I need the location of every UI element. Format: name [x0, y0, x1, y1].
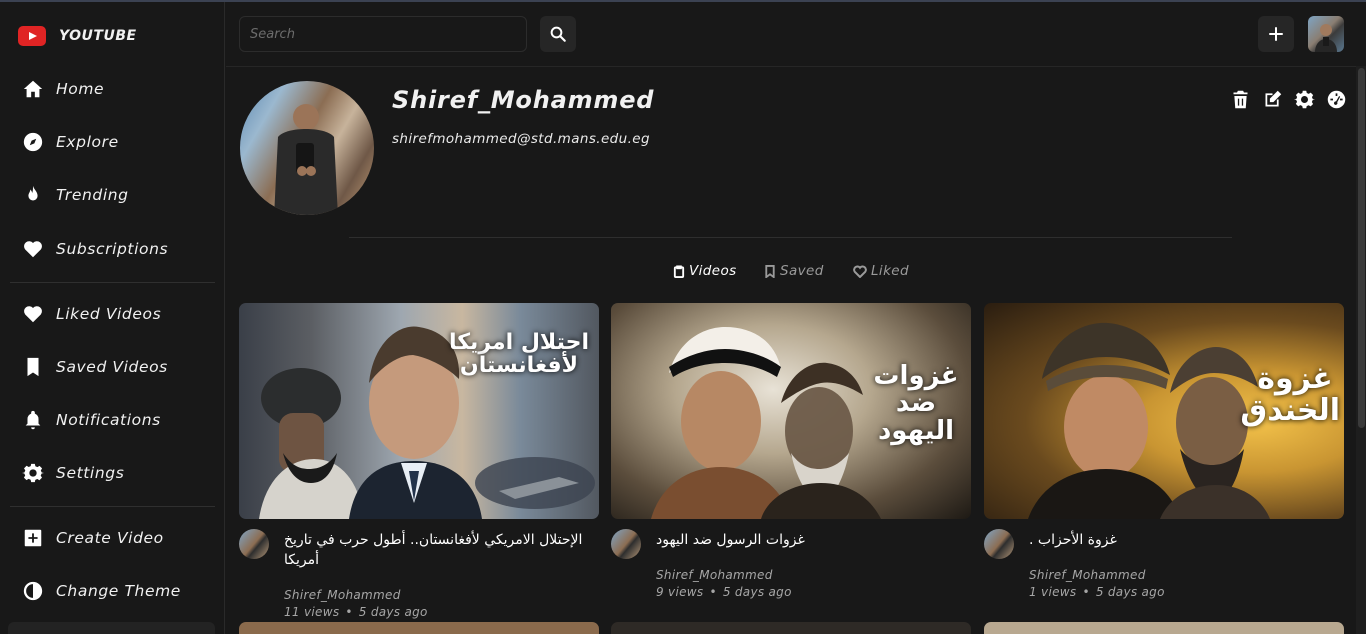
thumbnail-title: احتلال امريكا لأفغانستان	[449, 330, 589, 379]
heart-icon	[24, 241, 42, 258]
video-thumbnail-partial[interactable]	[611, 622, 971, 634]
heart-outline-icon	[853, 265, 867, 278]
sidebar: YOUTUBE Home Explore Trending Subscripti…	[0, 2, 225, 634]
gear-icon[interactable]	[1294, 89, 1315, 110]
thumbnail-title: غزوات ضد اليهود	[873, 361, 959, 446]
sidebar-item-label: Home	[56, 80, 105, 98]
sidebar-item-settings[interactable]: Settings	[22, 460, 124, 486]
channel-avatar[interactable]	[984, 529, 1014, 559]
edit-icon[interactable]	[1262, 89, 1283, 110]
sidebar-item-label: Notifications	[56, 411, 161, 429]
channel-avatar[interactable]	[239, 529, 269, 559]
sidebar-item-label: Explore	[56, 133, 119, 151]
sidebar-item-change-theme[interactable]: Change Theme	[22, 578, 181, 604]
profile-avatar	[240, 81, 374, 215]
create-button[interactable]	[1258, 16, 1294, 52]
channel-name[interactable]: Shiref_Mohammed	[656, 568, 773, 582]
home-icon	[23, 80, 43, 98]
view-count: 9 views	[656, 585, 704, 599]
video-card[interactable]: احتلال امريكا لأفغانستان الإحتلال الامري…	[239, 303, 599, 619]
sidebar-item-subscriptions[interactable]: Subscriptions	[22, 236, 168, 262]
channel-name[interactable]: Shiref_Mohammed	[284, 588, 401, 602]
sidebar-item-label: Settings	[56, 464, 125, 482]
video-thumbnail[interactable]: احتلال امريكا لأفغانستان	[239, 303, 599, 519]
profile-photo	[274, 104, 338, 215]
tab-label: Liked	[871, 263, 909, 279]
video-thumbnail-partial[interactable]	[239, 622, 599, 634]
sidebar-item-home[interactable]: Home	[22, 76, 104, 102]
profile-email: shirefmohammed@std.mans.edu.eg	[392, 131, 650, 147]
search-icon	[550, 26, 566, 42]
dashboard-icon[interactable]	[1326, 89, 1347, 110]
sidebar-item-notifications[interactable]: Notifications	[22, 407, 161, 433]
video-stats: 11 views • 5 days ago	[284, 605, 428, 619]
upload-age: 5 days ago	[722, 585, 792, 599]
half-circle-icon	[23, 581, 43, 601]
compass-icon	[23, 132, 43, 152]
user-avatar[interactable]	[1308, 16, 1344, 52]
fire-icon	[28, 185, 38, 201]
clipboard-icon	[673, 264, 685, 278]
sidebar-divider	[10, 282, 215, 283]
plus-square-icon	[24, 529, 42, 547]
view-count: 11 views	[284, 605, 340, 619]
sidebar-item-label: Trending	[56, 186, 129, 204]
app-name: YOUTUBE	[59, 28, 137, 44]
header-divider	[226, 66, 1356, 67]
view-count: 1 views	[1029, 585, 1077, 599]
profile-name: Shiref_Mohammed	[392, 86, 655, 114]
sidebar-item-liked-videos[interactable]: Liked Videos	[22, 301, 161, 327]
tab-saved[interactable]: Saved	[764, 263, 824, 279]
gear-icon	[22, 463, 44, 483]
search-button[interactable]	[540, 16, 576, 52]
sidebar-divider	[10, 506, 215, 507]
bookmark-icon	[765, 264, 775, 278]
video-thumbnail[interactable]: غزوات ضد اليهود	[611, 303, 971, 519]
video-thumbnail[interactable]: غزوة الخندق	[984, 303, 1344, 519]
tab-label: Saved	[780, 263, 824, 279]
user-avatar-photo	[1315, 24, 1337, 52]
video-stats: 1 views • 5 days ago	[1029, 585, 1165, 599]
video-meta: الإحتلال الامريكي لأفغانستان.. أطول حرب …	[239, 519, 599, 619]
upload-age: 5 days ago	[1095, 585, 1165, 599]
trash-icon[interactable]	[1230, 89, 1251, 110]
video-meta: غزوات الرسول ضد اليهود Shiref_Mohammed 9…	[611, 519, 971, 609]
video-title[interactable]: الإحتلال الامريكي لأفغانستان.. أطول حرب …	[284, 530, 594, 570]
upload-age: 5 days ago	[358, 605, 428, 619]
sidebar-item-label: Change Theme	[56, 582, 181, 600]
sidebar-item-create-video[interactable]: Create Video	[22, 525, 164, 551]
scrollbar-thumb[interactable]	[1358, 68, 1365, 428]
sidebar-item-trending[interactable]: Trending	[22, 182, 129, 208]
youtube-logo-icon	[18, 26, 46, 46]
heart-icon	[24, 306, 42, 323]
sidebar-item-label: Create Video	[56, 529, 164, 547]
thumbnail-title: غزوة الخندق	[1240, 361, 1340, 428]
channel-name[interactable]: Shiref_Mohammed	[1029, 568, 1146, 582]
sidebar-item-label: Liked Videos	[56, 305, 162, 323]
video-card[interactable]: غزوة الخندق غزوة الأحزاب . Shiref_Mohamm…	[984, 303, 1344, 609]
app-logo[interactable]: YOUTUBE	[18, 26, 137, 46]
profile-actions	[1230, 89, 1347, 110]
video-title[interactable]: غزوات الرسول ضد اليهود	[656, 530, 966, 550]
bookmark-icon	[27, 357, 39, 377]
video-thumbnail-partial[interactable]	[984, 622, 1344, 634]
sidebar-item-saved-videos[interactable]: Saved Videos	[22, 354, 168, 380]
sidebar-item-label: Subscriptions	[56, 240, 169, 258]
sidebar-item-explore[interactable]: Explore	[22, 129, 119, 155]
profile-divider	[349, 237, 1232, 238]
video-stats: 9 views • 5 days ago	[656, 585, 792, 599]
video-meta: غزوة الأحزاب . Shiref_Mohammed 1 views • 5…	[984, 519, 1344, 609]
bell-icon	[25, 410, 41, 430]
tab-liked[interactable]: Liked	[853, 263, 909, 279]
sidebar-footer-panel	[8, 622, 215, 634]
video-card[interactable]: غزوات ضد اليهود غزوات الرسول ضد اليهود S…	[611, 303, 971, 609]
channel-avatar[interactable]	[611, 529, 641, 559]
sidebar-item-label: Saved Videos	[56, 358, 168, 376]
tab-videos[interactable]: Videos	[673, 263, 737, 279]
plus-icon	[1269, 27, 1283, 41]
tab-label: Videos	[689, 263, 737, 279]
video-title[interactable]: غزوة الأحزاب .	[1029, 530, 1339, 550]
search-input[interactable]	[239, 16, 527, 52]
